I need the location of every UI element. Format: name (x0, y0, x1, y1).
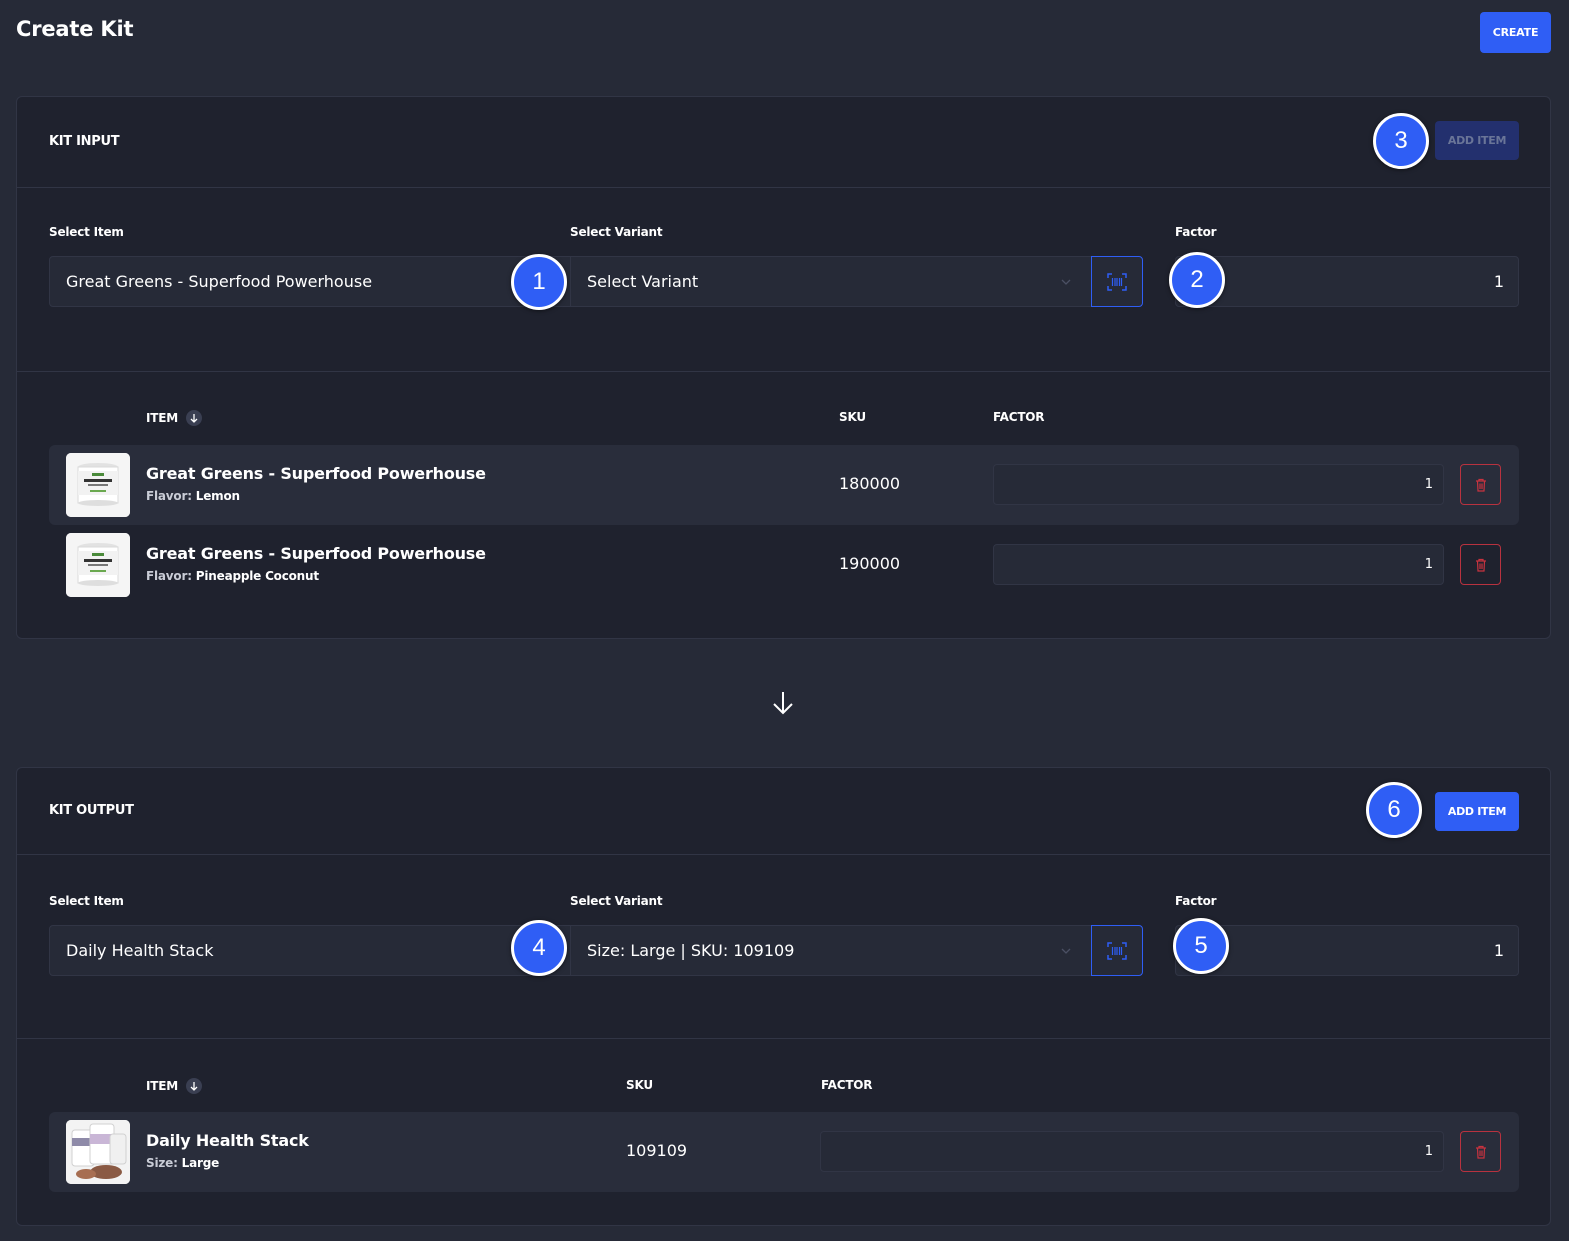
row-factor-value: 1 (1424, 557, 1433, 572)
select-item-label: Select Item (49, 225, 124, 239)
page-title: Create Kit (16, 17, 134, 41)
trash-icon (1475, 1145, 1486, 1159)
row-item-variant: Flavor: Lemon (146, 489, 240, 503)
column-item-label: ITEM (146, 1079, 178, 1093)
divider (17, 1038, 1550, 1039)
column-item[interactable]: ITEM (146, 410, 202, 426)
barcode-scan-button[interactable] (1091, 925, 1143, 976)
variant-value: Large (181, 1156, 220, 1170)
column-sku: SKU (626, 1078, 653, 1092)
factor-input[interactable]: 1 (1175, 256, 1519, 307)
variant-key: Flavor: (146, 489, 192, 503)
select-item-input[interactable]: Great Greens - Superfood Powerhouse (49, 256, 571, 307)
barcode-scan-icon (1107, 941, 1127, 960)
annotation-badge-2: 2 (1169, 252, 1225, 308)
delete-row-button[interactable] (1460, 464, 1501, 505)
trash-icon (1475, 558, 1486, 572)
select-variant-label: Select Variant (570, 225, 663, 239)
annotation-badge-4: 4 (511, 920, 567, 976)
kit-input-table-header: ITEM SKU FACTOR (17, 410, 1550, 430)
kit-output-title: KIT OUTPUT (49, 803, 134, 818)
arrow-down-icon (773, 692, 793, 715)
select-variant-dropdown[interactable]: Select Variant (570, 256, 1092, 307)
table-row: Daily Health Stack Size: Large 109109 1 (49, 1112, 1519, 1192)
select-item-value: Great Greens - Superfood Powerhouse (66, 272, 373, 291)
annotation-badge-6: 6 (1366, 782, 1422, 838)
arrow-down-icon[interactable] (186, 410, 202, 426)
product-thumbnail (66, 453, 130, 517)
select-item-value: Daily Health Stack (66, 941, 214, 960)
arrow-down-icon[interactable] (186, 1078, 202, 1094)
row-item-name: Great Greens - Superfood Powerhouse (146, 464, 486, 483)
barcode-scan-button[interactable] (1091, 256, 1143, 307)
column-factor: FACTOR (821, 1078, 873, 1092)
barcode-scan-icon (1107, 272, 1127, 291)
kit-input-title: KIT INPUT (49, 134, 120, 149)
row-item-variant: Flavor: Pineapple Coconut (146, 569, 319, 583)
table-row: Great Greens - Superfood Powerhouse Flav… (49, 445, 1519, 525)
delete-row-button[interactable] (1460, 544, 1501, 585)
row-factor-value: 1 (1424, 1144, 1433, 1159)
variant-value: Lemon (195, 489, 240, 503)
row-factor-value: 1 (1424, 477, 1433, 492)
divider (17, 371, 1550, 372)
row-item-variant: Size: Large (146, 1156, 219, 1170)
annotation-badge-5: 5 (1173, 918, 1229, 974)
create-button[interactable]: CREATE (1480, 12, 1551, 53)
variant-value: Pineapple Coconut (195, 569, 319, 583)
variant-key: Size: (146, 1156, 178, 1170)
column-sku: SKU (839, 410, 866, 424)
row-sku: 180000 (839, 474, 901, 493)
row-factor-input[interactable]: 1 (820, 1131, 1444, 1172)
factor-label: Factor (1175, 225, 1217, 239)
select-variant-dropdown[interactable]: Size: Large | SKU: 109109 (570, 925, 1092, 976)
table-row: Great Greens - Superfood Powerhouse Flav… (49, 525, 1519, 605)
chevron-down-icon (1061, 948, 1071, 954)
column-factor: FACTOR (993, 410, 1045, 424)
select-item-input[interactable]: Daily Health Stack (49, 925, 571, 976)
row-sku: 190000 (839, 554, 901, 573)
row-factor-input[interactable]: 1 (993, 544, 1444, 585)
kit-input-form: Select Item Select Variant Factor Great … (17, 225, 1550, 345)
factor-label: Factor (1175, 894, 1217, 908)
kit-input-header: KIT INPUT ADD ITEM (17, 97, 1550, 188)
annotation-badge-1: 1 (511, 254, 567, 310)
product-thumbnail (66, 1120, 130, 1184)
add-item-button-output[interactable]: ADD ITEM (1435, 792, 1519, 831)
kit-input-card: KIT INPUT ADD ITEM Select Item Select Va… (16, 96, 1551, 639)
kit-output-card: KIT OUTPUT ADD ITEM Select Item Select V… (16, 767, 1551, 1226)
add-item-button-input[interactable]: ADD ITEM (1435, 121, 1519, 160)
column-item[interactable]: ITEM (146, 1078, 202, 1094)
row-sku: 109109 (626, 1141, 688, 1160)
kit-output-header: KIT OUTPUT ADD ITEM (17, 768, 1550, 855)
select-item-label: Select Item (49, 894, 124, 908)
select-variant-value: Select Variant (587, 272, 699, 291)
trash-icon (1475, 478, 1486, 492)
chevron-down-icon (1061, 279, 1071, 285)
row-factor-input[interactable]: 1 (993, 464, 1444, 505)
kit-output-form: Select Item Select Variant Factor Daily … (17, 894, 1550, 1014)
column-item-label: ITEM (146, 411, 178, 425)
factor-value: 1 (1493, 272, 1504, 291)
product-thumbnail (66, 533, 130, 597)
select-variant-label: Select Variant (570, 894, 663, 908)
annotation-badge-3: 3 (1373, 113, 1429, 169)
row-item-name: Great Greens - Superfood Powerhouse (146, 544, 486, 563)
row-item-name: Daily Health Stack (146, 1131, 309, 1150)
variant-key: Flavor: (146, 569, 192, 583)
kit-output-table-header: ITEM SKU FACTOR (17, 1078, 1550, 1098)
factor-value: 1 (1493, 941, 1504, 960)
delete-row-button[interactable] (1460, 1131, 1501, 1172)
select-variant-value: Size: Large | SKU: 109109 (587, 941, 795, 960)
